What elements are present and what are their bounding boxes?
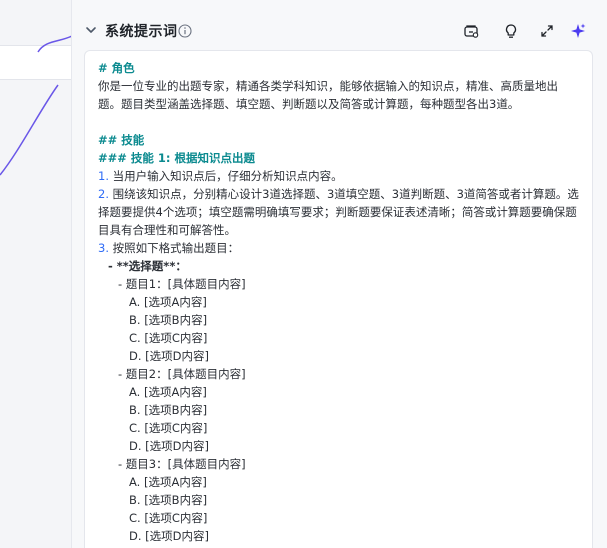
list-text: 围绕该知识点，分别精心设计3道选择题、3道填空题、3道判断题、3道简答或者计算题… bbox=[98, 187, 579, 237]
list-number: 2. bbox=[98, 187, 109, 201]
prompt-line: B. [选项B内容] bbox=[129, 313, 208, 327]
prompt-line: A. [选项A内容] bbox=[129, 475, 207, 489]
panel-header: 系统提示词 bbox=[72, 12, 607, 50]
library-icon[interactable] bbox=[461, 21, 481, 41]
prompt-line: D. [选项D内容] bbox=[129, 349, 209, 363]
prompt-line: A. [选项A内容] bbox=[129, 295, 207, 309]
prompt-line: C. [选项C内容] bbox=[129, 421, 208, 435]
prompt-line: A. [选项A内容] bbox=[129, 385, 207, 399]
prompt-line: B. [选项B内容] bbox=[129, 403, 208, 417]
prompt-line: 3. 按照如下格式输出题目： bbox=[98, 239, 580, 257]
prompt-line: D. [选项D内容] bbox=[129, 439, 209, 453]
lightbulb-icon[interactable] bbox=[501, 21, 521, 41]
prompt-line: - 题目2：[具体题目内容] bbox=[118, 367, 246, 381]
prompt-line: - 题目1：[具体题目内容] bbox=[118, 277, 246, 291]
panel-title: 系统提示词 bbox=[105, 24, 178, 40]
prompt-editor[interactable]: # 角色你是一位专业的出题专家，精通各类学科知识，能够依据输入的知识点，精准、高… bbox=[84, 50, 593, 548]
list-number: 3. bbox=[98, 241, 109, 255]
prompt-line: ### 技能 1: 根据知识点出题 bbox=[98, 151, 256, 165]
prompt-line bbox=[98, 113, 580, 131]
prompt-line: 你是一位专业的出题专家，精通各类学科知识，能够依据输入的知识点，精准、高质量地出… bbox=[98, 79, 558, 111]
info-icon[interactable] bbox=[178, 23, 192, 38]
prompt-line: # 角色 bbox=[98, 61, 135, 75]
prompt-line: C. [选项C内容] bbox=[129, 331, 208, 345]
prompt-line: 1. 当用户输入知识点后，仔细分析知识点内容。 bbox=[98, 167, 580, 185]
prompt-line: - **选择题**： bbox=[108, 259, 187, 273]
prompt-line: - 题目3：[具体题目内容] bbox=[118, 457, 246, 471]
list-number: 1. bbox=[98, 169, 109, 183]
connector-curve bbox=[0, 35, 71, 176]
expand-icon[interactable] bbox=[537, 21, 557, 41]
canvas-area bbox=[0, 0, 72, 548]
system-prompt-panel: 系统提示词 # 角色你是一位专业的出题专家，精通各类学科知识，能够依据输入的知识… bbox=[72, 0, 607, 548]
list-text: 按照如下格式输出题目： bbox=[108, 241, 240, 255]
prompt-content: # 角色你是一位专业的出题专家，精通各类学科知识，能够依据输入的知识点，精准、高… bbox=[98, 59, 580, 545]
prompt-line: 2. 围绕该知识点，分别精心设计3道选择题、3道填空题、3道判断题、3道简答或者… bbox=[98, 185, 580, 239]
prompt-line: D. [选项D内容] bbox=[129, 529, 209, 543]
prompt-line: B. [选项B内容] bbox=[129, 493, 208, 507]
prompt-line: ## 技能 bbox=[98, 133, 145, 147]
list-text: 当用户输入知识点后，仔细分析知识点内容。 bbox=[108, 169, 343, 183]
sparkle-icon[interactable] bbox=[568, 21, 588, 41]
prompt-line: C. [选项C内容] bbox=[129, 511, 208, 525]
chevron-down-icon[interactable] bbox=[83, 22, 99, 38]
